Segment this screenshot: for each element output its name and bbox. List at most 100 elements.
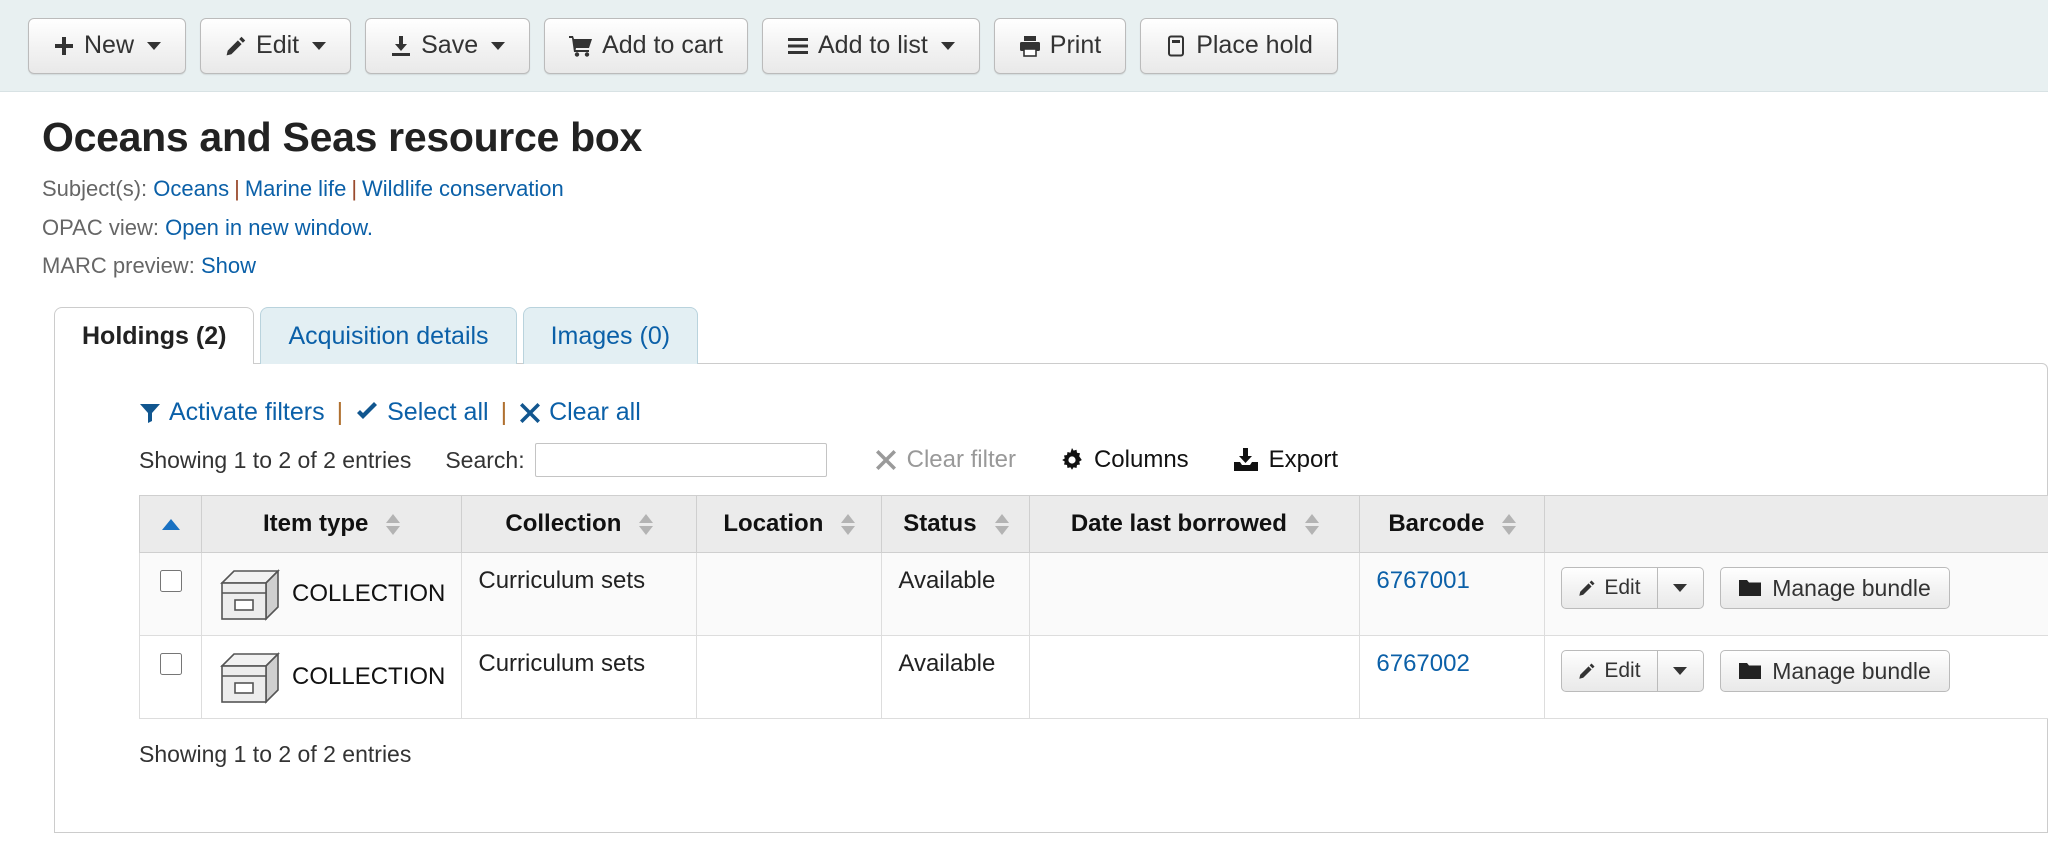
marc-preview-show-link[interactable]: Show [201,253,256,278]
chevron-down-icon [941,42,955,50]
item-type-label: COLLECTION [292,663,445,691]
columns-button[interactable]: Columns [1060,446,1189,474]
check-icon [355,402,379,424]
collection-box-icon [218,567,282,621]
clear-all-link[interactable]: Clear all [519,398,641,427]
row-edit-button[interactable]: Edit [1561,567,1657,609]
column-header-item-type[interactable]: Item type [202,496,462,553]
save-button-label: Save [421,31,478,60]
chevron-down-icon [147,42,161,50]
filter-divider: | [501,398,508,427]
subjects-line: Subject(s): Oceans|Marine life|Wildlife … [42,175,2048,204]
column-header-location-label: Location [723,510,823,538]
cell-location [697,636,882,719]
cell-barcode: 6767001 [1360,553,1545,636]
manage-bundle-label: Manage bundle [1772,658,1931,685]
folder-icon [1739,662,1761,680]
entries-info-bottom: Showing 1 to 2 of 2 entries [55,719,2047,768]
manage-bundle-label: Manage bundle [1772,575,1931,602]
barcode-link[interactable]: 6767001 [1376,567,1469,594]
sort-arrows-icon [1502,514,1516,535]
column-header-status[interactable]: Status [882,496,1030,553]
subject-separator: | [234,176,240,201]
tab-acquisition-details[interactable]: Acquisition details [260,307,516,364]
chevron-down-icon [312,42,326,50]
chevron-down-icon [1673,584,1687,592]
add-to-list-button[interactable]: Add to list [762,18,980,74]
cell-date-last-borrowed [1030,553,1360,636]
row-checkbox[interactable] [160,570,182,592]
search-input[interactable] [535,443,827,477]
select-all-link[interactable]: Select all [355,398,488,427]
sort-arrows-icon [995,514,1009,535]
chevron-down-icon [1673,667,1687,675]
place-hold-icon [1165,35,1187,57]
column-header-collection[interactable]: Collection [462,496,697,553]
sort-arrows-icon [1305,514,1319,535]
tab-images[interactable]: Images (0) [523,307,698,364]
holdings-table: Item type Collection L [139,495,2048,719]
manage-bundle-button[interactable]: Manage bundle [1720,650,1950,692]
opac-view-link[interactable]: Open in new window. [165,215,373,240]
cell-date-last-borrowed [1030,636,1360,719]
row-select-cell [140,553,202,636]
cell-status: Available [882,553,1030,636]
datatable-button-group: Clear filter Columns Export [875,446,1338,474]
tab-list: Holdings (2) Acquisition details Images … [54,307,2048,364]
clear-all-label: Clear all [549,398,641,427]
place-hold-button[interactable]: Place hold [1140,18,1338,74]
row-checkbox[interactable] [160,653,182,675]
activate-filters-link[interactable]: Activate filters [139,398,325,427]
activate-filters-label: Activate filters [169,398,325,427]
column-header-barcode[interactable]: Barcode [1360,496,1545,553]
print-button[interactable]: Print [994,18,1126,74]
record-header: Oceans and Seas resource box Subject(s):… [0,92,2048,281]
pencil-icon [1578,662,1596,680]
funnel-icon [139,402,161,424]
cell-location [697,553,882,636]
cell-collection: Curriculum sets [462,636,697,719]
holdings-panel: Activate filters | Select all | Clear al… [54,363,2048,833]
sort-arrows-icon [841,514,855,535]
table-row: COLLECTION Curriculum sets Available 676… [140,636,2048,719]
column-header-status-label: Status [903,510,976,538]
row-edit-label: Edit [1604,659,1640,683]
new-button[interactable]: New [28,18,186,74]
cell-item-type: COLLECTION [202,636,462,719]
printer-icon [1019,35,1041,57]
pencil-icon [1578,579,1596,597]
add-to-cart-button[interactable]: Add to cart [544,18,748,74]
filter-links-row: Activate filters | Select all | Clear al… [55,390,2047,427]
edit-button[interactable]: Edit [200,18,351,74]
folder-icon [1739,579,1761,597]
cart-icon [569,35,593,57]
add-to-cart-label: Add to cart [602,31,723,60]
cell-barcode: 6767002 [1360,636,1545,719]
clear-filter-button[interactable]: Clear filter [875,446,1016,474]
subject-link-wildlife-conservation[interactable]: Wildlife conservation [362,176,564,201]
tab-holdings[interactable]: Holdings (2) [54,307,254,364]
datatable-controls: Showing 1 to 2 of 2 entries Search: Clea… [55,427,2047,477]
sort-ascending-icon [162,519,180,530]
cell-actions: Edit Manage bundle [1545,553,2048,636]
download-icon [390,35,412,57]
save-button[interactable]: Save [365,18,530,74]
manage-bundle-button[interactable]: Manage bundle [1720,567,1950,609]
column-header-date-last-borrowed[interactable]: Date last borrowed [1030,496,1360,553]
add-to-list-label: Add to list [818,31,928,60]
subject-link-marine-life[interactable]: Marine life [245,176,346,201]
column-header-barcode-label: Barcode [1388,510,1484,538]
marc-preview-label: MARC preview: [42,253,195,278]
column-header-location[interactable]: Location [697,496,882,553]
table-head: Item type Collection L [140,496,2048,553]
export-button[interactable]: Export [1233,446,1338,474]
row-edit-dropdown-toggle[interactable] [1658,650,1704,692]
pencil-icon [225,35,247,57]
column-header-date-last-borrowed-label: Date last borrowed [1071,510,1287,538]
barcode-link[interactable]: 6767002 [1376,650,1469,677]
row-edit-dropdown-toggle[interactable] [1658,567,1704,609]
opac-view-line: OPAC view: Open in new window. [42,214,2048,243]
subject-link-oceans[interactable]: Oceans [153,176,229,201]
column-header-select[interactable] [140,496,202,553]
row-edit-button[interactable]: Edit [1561,650,1657,692]
